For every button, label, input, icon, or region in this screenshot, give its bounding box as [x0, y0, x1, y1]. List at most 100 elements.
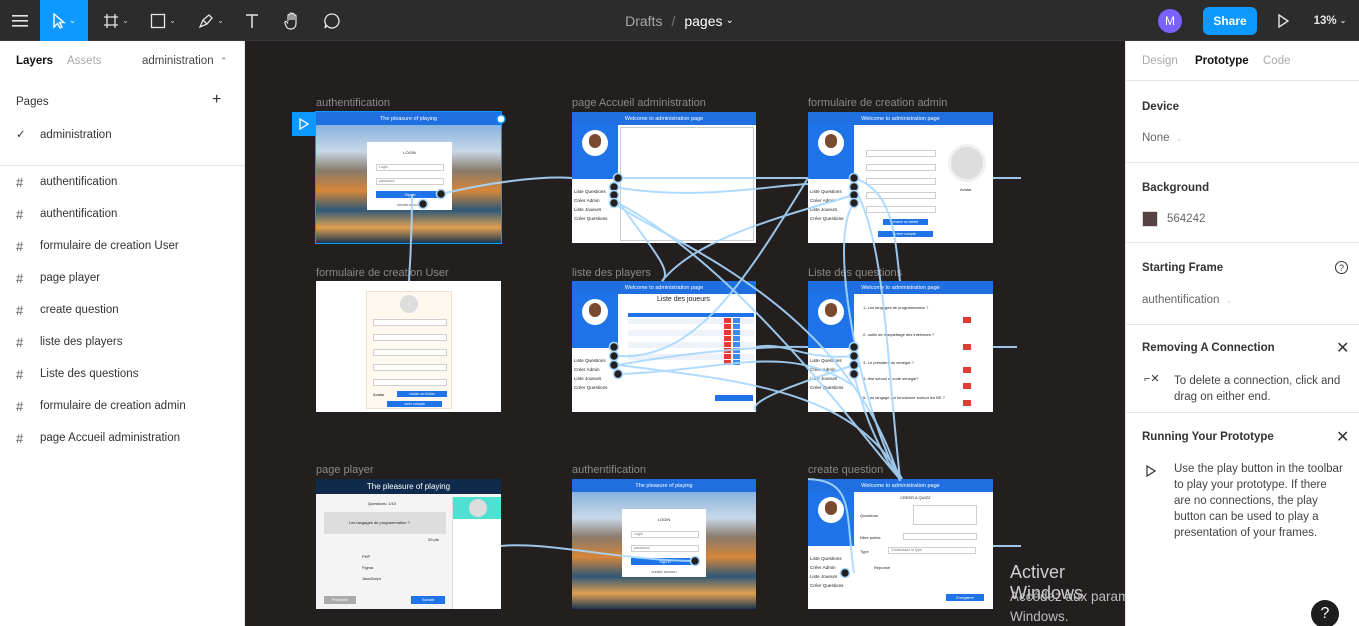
chevron-up-icon[interactable]: ⌃ — [220, 56, 228, 67]
layer-item[interactable]: # create question — [16, 300, 119, 320]
connection-line — [661, 194, 855, 282]
windows-activation-text: Accédez aux paramètres de l'ordinateur p… — [1010, 589, 1125, 624]
layer-label: Liste des questions — [40, 368, 139, 380]
connection-line — [617, 177, 809, 358]
frame-icon: # — [16, 270, 24, 286]
chevron-down-icon[interactable]: ⌄ — [726, 15, 734, 26]
left-panel: Layers Assets administration ⌃ Pages + ✓… — [0, 41, 245, 626]
pages-title: Pages — [16, 96, 49, 108]
play-icon[interactable] — [1272, 0, 1294, 41]
chevron-down-icon: ⌄ — [1225, 296, 1233, 305]
play-icon — [1146, 464, 1157, 482]
frame-icon: # — [16, 430, 24, 446]
layer-label: create question — [40, 304, 119, 316]
menu-icon[interactable] — [0, 0, 40, 41]
zoom-control[interactable]: 13% ⌄ — [1310, 0, 1350, 41]
layer-label: authentification — [40, 208, 118, 220]
tab-code[interactable]: Code — [1263, 55, 1291, 67]
connection-node — [608, 359, 620, 371]
frame-icon: # — [16, 366, 24, 382]
connection-node — [848, 172, 860, 184]
connection-line — [613, 202, 901, 482]
connection-line — [853, 177, 901, 282]
layer-item[interactable]: # authentification — [16, 204, 117, 224]
layer-label: liste des players — [40, 336, 123, 348]
hand-tool-icon[interactable] — [280, 0, 304, 41]
help-icon[interactable]: ? — [1335, 261, 1348, 274]
prototype-connections[interactable] — [245, 41, 1125, 626]
layer-item[interactable]: # liste des players — [16, 332, 122, 352]
layer-item[interactable]: # page player — [16, 268, 100, 288]
frame-icon: # — [16, 238, 24, 254]
connection-node — [612, 368, 624, 380]
layer-item[interactable]: # formulaire de creation admin — [16, 396, 186, 416]
toolbar: ⌄ ⌄ ⌄ ⌄ Drafts / pages ⌄ M Share 13% ⌄ — [0, 0, 1359, 41]
layer-item[interactable]: # formulaire de creation User — [16, 236, 179, 256]
connection-node — [608, 197, 620, 209]
tab-design[interactable]: Design — [1142, 55, 1178, 67]
pen-tool-icon[interactable]: ⌄ — [192, 0, 230, 41]
device-title: Device — [1142, 101, 1180, 113]
background-swatch[interactable] — [1142, 211, 1158, 227]
breadcrumb-drafts[interactable]: Drafts — [625, 13, 662, 29]
connection-node — [848, 197, 860, 209]
tab-layers[interactable]: Layers — [16, 55, 53, 67]
help-icon[interactable]: ? — [1311, 600, 1339, 626]
connection-node — [608, 341, 620, 353]
layer-item[interactable]: # Liste des questions — [16, 364, 138, 384]
background-hex[interactable]: 564242 — [1167, 213, 1205, 225]
connection-node — [848, 368, 860, 380]
shape-tool-icon[interactable]: ⌄ — [144, 0, 182, 41]
layer-label: page player — [40, 272, 101, 284]
close-icon[interactable]: ✕ — [1336, 427, 1349, 447]
share-button[interactable]: Share — [1203, 7, 1257, 35]
comment-tool-icon[interactable] — [320, 0, 344, 41]
connection-node — [608, 350, 620, 362]
device-section: Device None ⌄ — [1126, 81, 1359, 163]
connection-node — [612, 172, 624, 184]
right-tabs: Design Prototype Code — [1126, 41, 1359, 81]
frame-icon: # — [16, 206, 24, 222]
running-desc: Use the play button in the toolbar to pl… — [1174, 463, 1343, 539]
layer-item[interactable]: # page Accueil administration — [16, 428, 180, 448]
running-prototype-section: Running Your Prototype ✕ Use the play bu… — [1126, 413, 1359, 563]
connection-node — [848, 341, 860, 353]
connection-line — [843, 202, 901, 480]
frame-icon: # — [16, 302, 24, 318]
device-select[interactable]: None ⌄ — [1142, 132, 1182, 144]
move-tool-icon[interactable]: ⌄ — [40, 0, 88, 41]
frame-icon: # — [16, 334, 24, 350]
breadcrumb-file-name[interactable]: pages — [684, 13, 722, 29]
layer-label: authentification — [40, 176, 118, 188]
divider — [0, 165, 244, 166]
layer-label: formulaire de creation User — [40, 240, 179, 252]
removing-connection-section: Removing A Connection ✕ ⌐✕ To delete a c… — [1126, 325, 1359, 413]
connection-node — [848, 359, 860, 371]
canvas[interactable]: authentification page Accueil administra… — [245, 41, 1125, 626]
connection-node — [435, 188, 447, 200]
zoom-value: 13% — [1313, 14, 1337, 27]
layer-label: page Accueil administration — [40, 432, 180, 444]
breadcrumb-separator: / — [671, 12, 676, 29]
page-item-administration[interactable]: ✓ administration — [16, 127, 112, 141]
tab-prototype[interactable]: Prototype — [1195, 55, 1249, 67]
connection-node — [417, 198, 429, 210]
close-icon[interactable]: ✕ — [1336, 338, 1349, 358]
layer-item[interactable]: # authentification — [16, 172, 117, 192]
connection-node — [848, 350, 860, 362]
plus-icon[interactable]: + — [212, 91, 221, 109]
starting-frame-select[interactable]: authentification ⌄ — [1142, 294, 1232, 306]
page-selector[interactable]: administration — [142, 55, 214, 67]
frame-icon: # — [16, 174, 24, 190]
left-tabs: Layers Assets administration ⌃ — [0, 41, 244, 81]
text-tool-icon[interactable] — [240, 0, 264, 41]
tab-assets[interactable]: Assets — [67, 55, 102, 67]
removing-desc: To delete a connection, click and drag o… — [1174, 375, 1341, 403]
user-avatar[interactable]: M — [1158, 9, 1182, 33]
starting-frame-title: Starting Frame — [1142, 262, 1224, 274]
connection-line — [613, 183, 809, 194]
removing-title: Removing A Connection — [1142, 342, 1275, 354]
connection-line — [440, 176, 573, 195]
check-icon: ✓ — [16, 129, 26, 141]
frame-tool-icon[interactable]: ⌄ — [98, 0, 134, 41]
